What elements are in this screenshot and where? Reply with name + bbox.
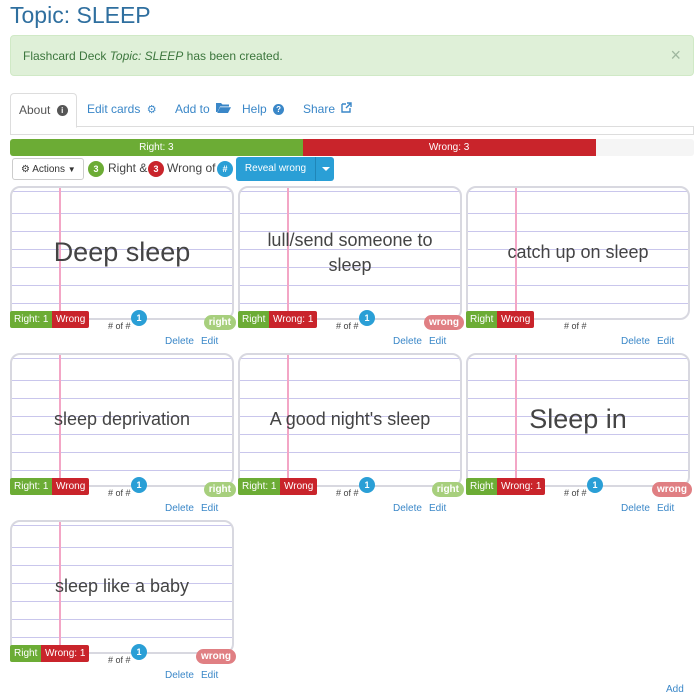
card-count-badge: 1 [131, 644, 147, 660]
card-count-badge: 1 [359, 310, 375, 326]
score-progress-bar: Right: 3 Wrong: 3 [10, 139, 694, 156]
tab-share-label: Share [303, 102, 336, 116]
card-position: # of # [336, 321, 359, 331]
card-wrong-button[interactable]: Wrong [497, 311, 535, 328]
card-right-button[interactable]: Right [10, 645, 42, 662]
card-status-pill: right [203, 315, 236, 330]
actions-label: Actions [32, 164, 65, 175]
alert-suffix: has been created. [183, 49, 283, 63]
info-icon: i [56, 105, 68, 116]
card-right-button[interactable]: Right: 1 [10, 311, 53, 328]
tab-add-to-label: Add to [175, 102, 210, 116]
flashcard[interactable]: A good night's sleep [238, 353, 462, 487]
card-position: # of # [564, 488, 587, 498]
gear-icon: ⚙ [21, 164, 30, 175]
tab-panel [10, 127, 694, 135]
page-title: Topic: SLEEP [10, 2, 151, 28]
tab-edit-cards-label: Edit cards [87, 102, 141, 116]
add-card-link[interactable]: Add [666, 684, 684, 695]
card-status-pill: right [203, 482, 236, 497]
card-right-button[interactable]: Right [466, 311, 498, 328]
card-count-badge: 1 [131, 310, 147, 326]
card-text: A good night's sleep [269, 409, 431, 430]
actions-dropdown-button[interactable]: ⚙ Actions ▼ [12, 158, 84, 180]
tab-add-to[interactable]: Add to [175, 93, 232, 127]
card-edit-link[interactable]: Edit [201, 670, 218, 681]
tab-about-label: About [19, 103, 51, 117]
card-right-button[interactable]: Right: 1 [10, 478, 53, 495]
alert-deck-name: Topic: SLEEP [109, 49, 184, 63]
progress-wrong-segment: Wrong: 3 [302, 139, 596, 156]
tab-edit-cards[interactable]: Edit cards ⚙ [87, 93, 157, 127]
tab-help-label: Help [242, 102, 267, 116]
card-text: lull/send someone to sleep [267, 229, 433, 275]
gear-icon: ⚙ [146, 104, 157, 116]
folder-open-icon [216, 102, 232, 116]
reveal-dropdown-toggle[interactable] [315, 157, 334, 181]
card-wrong-button[interactable]: Wrong [280, 478, 318, 495]
flashcard[interactable]: lull/send someone to sleep [238, 186, 462, 320]
card-delete-link[interactable]: Delete [165, 336, 194, 347]
card-text: catch up on sleep [507, 242, 649, 263]
tab-about[interactable]: About i [10, 93, 77, 128]
card-delete-link[interactable]: Delete [393, 336, 422, 347]
card-right-button[interactable]: Right [238, 311, 270, 328]
external-link-icon [341, 102, 353, 116]
card-wrong-button[interactable]: Wrong: 1 [269, 311, 318, 328]
flashcard[interactable]: sleep like a baby [10, 520, 234, 654]
card-delete-link[interactable]: Delete [621, 336, 650, 347]
card-position: # of # [108, 488, 131, 498]
card-count-badge: 1 [587, 477, 603, 493]
card-text: Deep sleep [53, 237, 191, 268]
wrong-text: Wrong of [167, 161, 216, 175]
card-delete-link[interactable]: Delete [393, 503, 422, 514]
card-text: sleep deprivation [53, 409, 191, 430]
card-text: sleep like a baby [54, 576, 190, 597]
alert-prefix: Flashcard Deck [23, 49, 110, 63]
tab-share[interactable]: Share [303, 93, 353, 127]
card-delete-link[interactable]: Delete [621, 503, 650, 514]
card-edit-link[interactable]: Edit [657, 503, 674, 514]
reveal-wrong-button[interactable]: Reveal wrong [236, 157, 315, 181]
card-status-pill: right [431, 482, 464, 497]
tab-bar: About i Edit cards ⚙ Add to Help ? Share [10, 93, 694, 128]
card-edit-link[interactable]: Edit [429, 336, 446, 347]
success-alert: Flashcard Deck Topic: SLEEP has been cre… [10, 35, 694, 76]
progress-right-segment: Right: 3 [10, 139, 303, 156]
card-wrong-button[interactable]: Wrong [52, 478, 90, 495]
question-icon: ? [273, 104, 285, 115]
card-wrong-button[interactable]: Wrong: 1 [497, 478, 546, 495]
card-text: Sleep in [529, 404, 627, 435]
card-position: # of # [336, 488, 359, 498]
caret-down-icon: ▼ [67, 165, 76, 174]
card-status-pill: wrong [196, 649, 236, 664]
card-status-pill: wrong [652, 482, 692, 497]
right-text: Right & [108, 161, 148, 175]
flashcard[interactable]: catch up on sleep [466, 186, 690, 320]
card-status-pill: wrong [424, 315, 464, 330]
card-edit-link[interactable]: Edit [201, 503, 218, 514]
card-count-badge: 1 [359, 477, 375, 493]
card-wrong-button[interactable]: Wrong [52, 311, 90, 328]
flashcard[interactable]: sleep deprivation [10, 353, 234, 487]
flashcard[interactable]: Deep sleep [10, 186, 234, 320]
card-position: # of # [108, 655, 131, 665]
card-edit-link[interactable]: Edit [429, 503, 446, 514]
card-edit-link[interactable]: Edit [657, 336, 674, 347]
flashcard[interactable]: Sleep in [466, 353, 690, 487]
right-count-badge: 3 [88, 161, 104, 177]
card-edit-link[interactable]: Edit [201, 336, 218, 347]
card-wrong-button[interactable]: Wrong: 1 [41, 645, 90, 662]
card-count-badge: 1 [131, 477, 147, 493]
wrong-count-badge: 3 [148, 161, 164, 177]
total-badge[interactable]: # [217, 161, 233, 177]
tab-help[interactable]: Help ? [242, 93, 285, 127]
card-delete-link[interactable]: Delete [165, 670, 194, 681]
card-position: # of # [564, 321, 587, 331]
card-position: # of # [108, 321, 131, 331]
card-delete-link[interactable]: Delete [165, 503, 194, 514]
close-icon[interactable]: × [670, 45, 681, 66]
card-right-button[interactable]: Right [466, 478, 498, 495]
card-right-button[interactable]: Right: 1 [238, 478, 281, 495]
